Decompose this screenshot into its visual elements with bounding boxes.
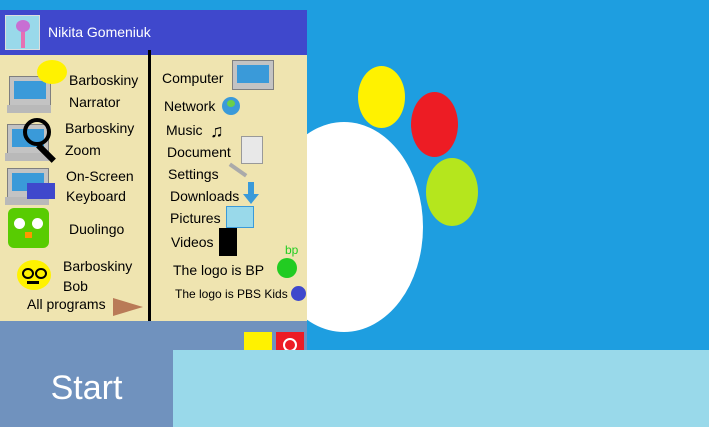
menu-header: Nikita Gomeniuk — [0, 10, 307, 55]
paw-toe-green — [426, 158, 478, 226]
keyboard-label-1: On-Screen — [66, 168, 134, 184]
downloads-label: Downloads — [170, 188, 240, 204]
magnifier-icon — [23, 118, 51, 146]
music-note-icon: ♫ — [210, 121, 224, 141]
bp-badge: bp — [285, 243, 299, 257]
menu-music[interactable]: Music ♫ — [166, 120, 306, 142]
pbs-kids-label: The logo is PBS Kids — [175, 287, 288, 301]
menu-settings[interactable]: Settings — [168, 162, 308, 186]
settings-label: Settings — [168, 166, 219, 182]
film-icon — [219, 228, 237, 256]
start-button[interactable]: Start — [0, 350, 173, 427]
keyboard-icon — [27, 183, 55, 199]
pbs-kids-icon — [291, 286, 306, 301]
keyboard-label-2: Keyboard — [66, 188, 126, 204]
user-name: Nikita Gomeniuk — [48, 24, 151, 40]
zoom-label-2: Zoom — [65, 142, 101, 158]
duolingo-label: Duolingo — [69, 221, 125, 237]
music-label: Music — [166, 122, 203, 138]
menu-pbs-logo[interactable]: The logo is PBS Kids — [175, 284, 310, 304]
arrow-right-icon — [113, 298, 143, 316]
app-duolingo[interactable]: Duolingo — [5, 208, 145, 250]
paw-toe-yellow — [358, 66, 405, 128]
bob-label-2: Bob — [63, 278, 88, 294]
download-arrow-icon — [248, 182, 254, 194]
user-avatar[interactable] — [5, 15, 40, 50]
avatar-stem — [21, 30, 25, 48]
app-bob[interactable]: Barboskiny Bob — [5, 256, 145, 298]
narrator-label-2: Narrator — [69, 94, 121, 110]
menu-document[interactable]: Document — [167, 136, 307, 164]
globe-icon — [222, 97, 240, 115]
network-label: Network — [164, 98, 216, 114]
wrench-icon — [228, 162, 248, 178]
computer-label: Computer — [162, 70, 224, 86]
owl-icon — [8, 208, 49, 248]
document-icon — [241, 136, 263, 164]
download-arrow-head — [243, 194, 259, 204]
app-zoom[interactable]: Barboskiny Zoom — [5, 118, 145, 168]
smiley-glasses-icon — [17, 260, 51, 290]
pictures-label: Pictures — [170, 210, 221, 226]
avatar-flower — [16, 20, 30, 32]
menu-divider — [148, 50, 151, 321]
app-onscreen-keyboard[interactable]: On-Screen Keyboard — [5, 166, 145, 210]
menu-bp-logo[interactable]: The logo is BP bp — [173, 243, 308, 282]
bob-label-1: Barboskiny — [63, 258, 133, 274]
monitor-icon — [232, 60, 274, 90]
menu-pictures[interactable]: Pictures — [170, 206, 310, 230]
menu-downloads[interactable]: Downloads — [170, 182, 310, 208]
bp-logo-icon — [277, 258, 297, 278]
taskbar: Start — [0, 350, 709, 427]
bp-logo-label: The logo is BP — [173, 262, 265, 278]
picture-icon — [226, 206, 254, 228]
all-programs-label: All programs — [27, 296, 106, 312]
app-narrator[interactable]: Barboskiny Narrator — [5, 60, 145, 113]
start-menu: Nikita Gomeniuk Barboskiny Narrator Barb… — [0, 10, 310, 358]
narrator-label-1: Barboskiny — [69, 72, 139, 88]
paw-toe-red — [411, 92, 458, 157]
all-programs-button[interactable]: All programs — [27, 294, 147, 316]
document-label: Document — [167, 144, 231, 160]
menu-network[interactable]: Network — [164, 96, 304, 118]
zoom-label-1: Barboskiny — [65, 120, 135, 136]
menu-computer[interactable]: Computer — [162, 60, 302, 98]
videos-label: Videos — [171, 234, 214, 250]
speech-bubble-icon — [37, 60, 67, 84]
